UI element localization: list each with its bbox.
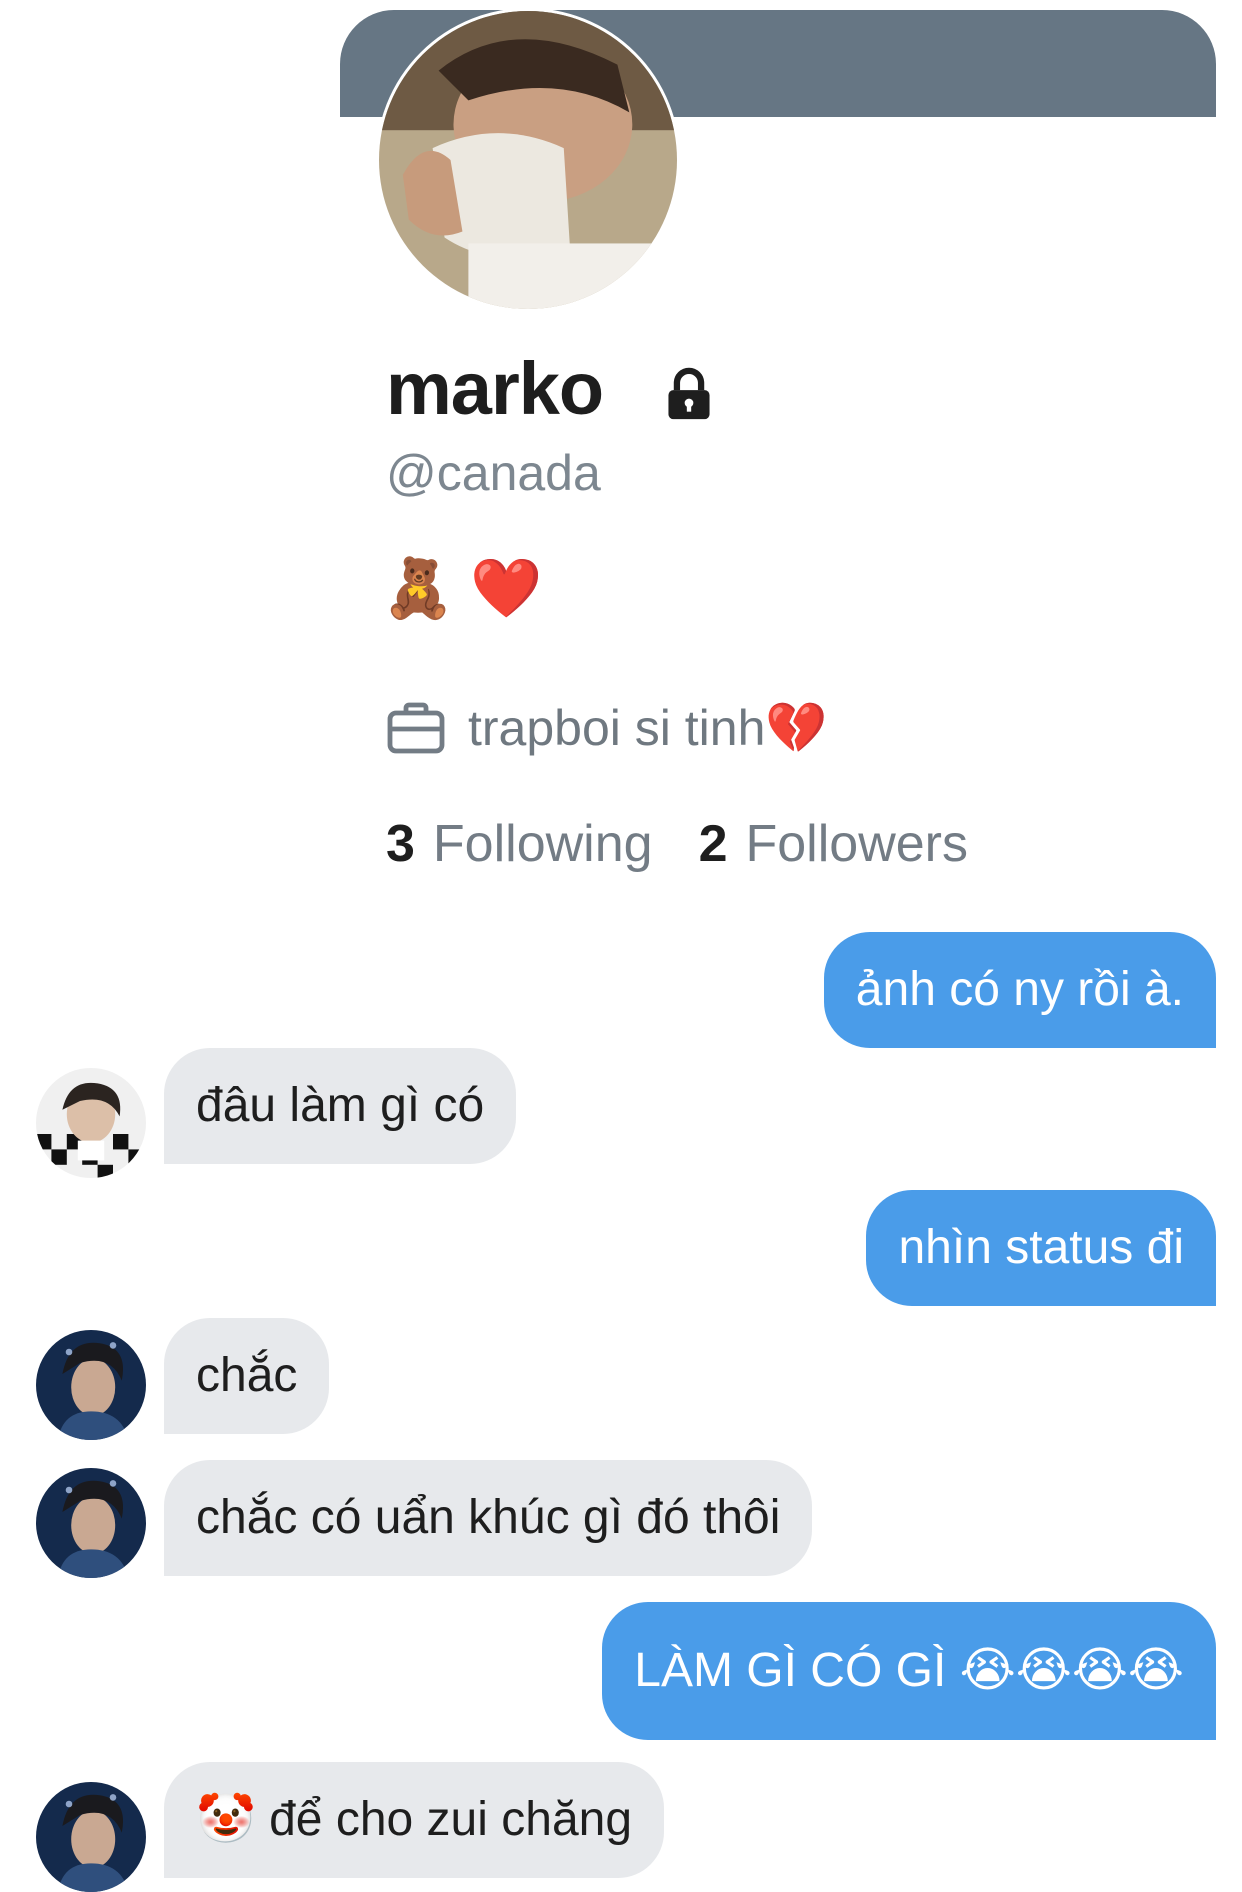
followers-count: 2: [698, 815, 728, 873]
message-bubble-outgoing[interactable]: nhìn status đi: [866, 1190, 1216, 1306]
message-bubble-incoming[interactable]: chắc: [164, 1318, 330, 1434]
profile-work: trapboi si tinh💔: [386, 698, 828, 758]
followers-link[interactable]: 2 Followers: [699, 815, 968, 873]
profile-display-name: marko: [386, 347, 604, 430]
sender-avatar[interactable]: [36, 1468, 146, 1578]
profile-avatar[interactable]: [376, 8, 680, 312]
sender-avatar[interactable]: [36, 1068, 146, 1178]
profile-handle: @canada: [386, 445, 601, 501]
message-bubble-incoming[interactable]: chắc có uẩn khúc gì đó thôi: [164, 1460, 813, 1576]
briefcase-icon: [387, 702, 445, 754]
following-label: Following: [432, 815, 653, 873]
following-link[interactable]: 3 Following: [386, 815, 653, 873]
followers-label: Followers: [745, 815, 969, 873]
message-bubble-incoming[interactable]: đâu làm gì có: [164, 1048, 517, 1164]
profile-stats: 3 Following 2 Followers: [386, 818, 968, 870]
profile-work-text: trapboi si tinh💔: [468, 700, 828, 756]
lock-icon: [668, 367, 710, 420]
profile-bio: 🧸 ❤️: [382, 556, 543, 621]
sender-avatar[interactable]: [36, 1330, 146, 1440]
message-bubble-outgoing[interactable]: LÀM GÌ CÓ GÌ 😭😭😭😭: [602, 1602, 1216, 1740]
message-bubble-outgoing[interactable]: ảnh có ny rồi à.: [823, 932, 1216, 1048]
following-count: 3: [386, 815, 415, 873]
sender-avatar[interactable]: [36, 1782, 146, 1892]
message-bubble-incoming[interactable]: 🤡 để cho zui chăng: [164, 1762, 665, 1878]
